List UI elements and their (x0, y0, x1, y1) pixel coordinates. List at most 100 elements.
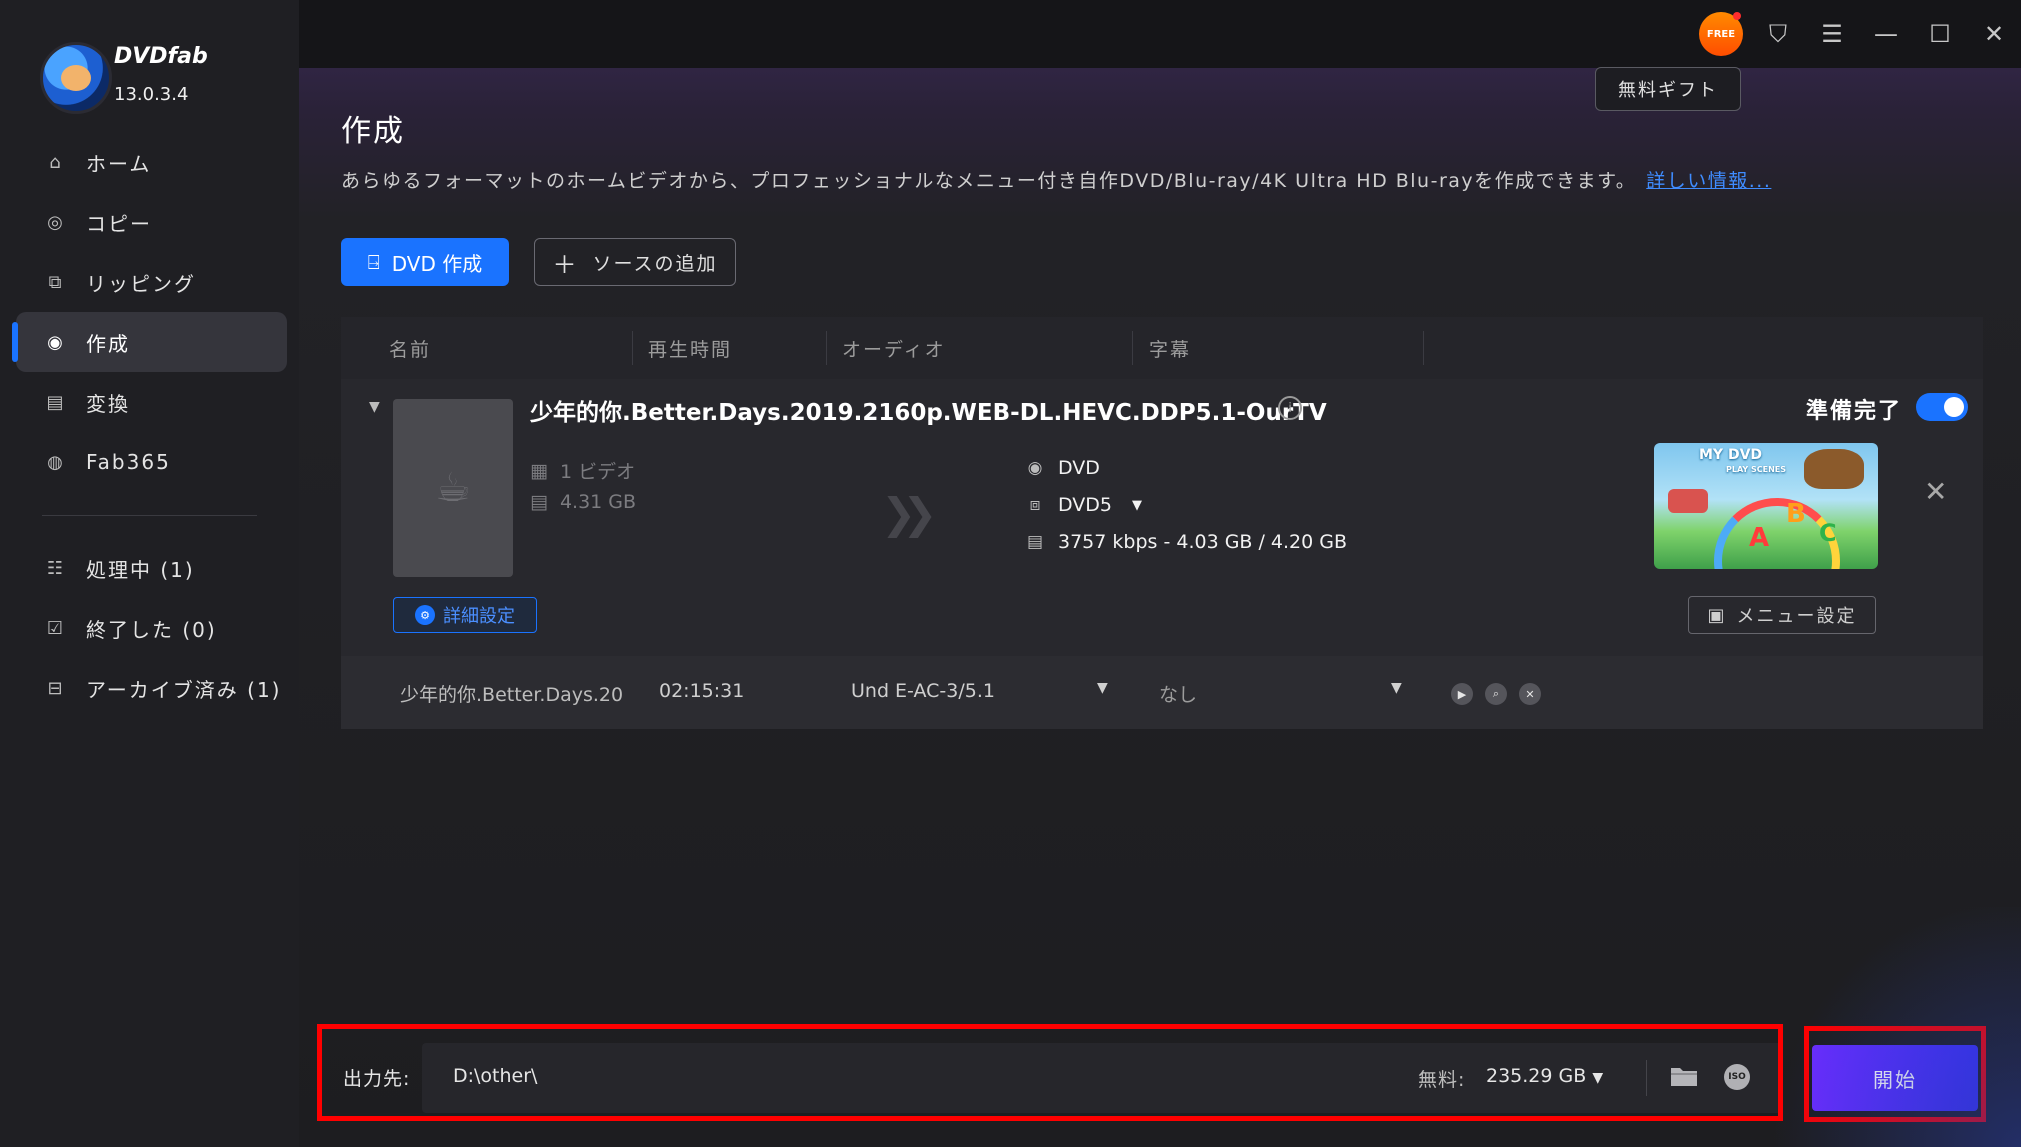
title-bar: FREE ⛉ ☰ — ☐ ✕ (299, 0, 2021, 68)
page-description: あらゆるフォーマットのホームビデオから、プロフェッショナルなメニュー付き自作DV… (341, 166, 1771, 193)
free-gift-badge-icon[interactable]: FREE (1699, 12, 1743, 56)
sidebar-item-ripper[interactable]: ⧉ リッピング (16, 252, 287, 312)
settings-icon: ⚙ (415, 605, 435, 625)
sidebar-item-finished[interactable]: ☑ 終了した (0) (16, 598, 287, 658)
animal-shape (1804, 449, 1864, 489)
sidebar-item-converter[interactable]: ▤ 変換 (16, 372, 287, 432)
processing-icon: ☷ (46, 557, 64, 579)
table-header: 名前 再生時間 オーディオ 字幕 (341, 317, 1983, 380)
remove-item-icon[interactable]: ✕ (1924, 475, 1947, 508)
copy-icon: ◎ (47, 211, 63, 233)
output-bitrate: ▤ 3757 kbps - 4.03 GB / 4.20 GB (1024, 531, 1347, 553)
brand-name: DVDfab (114, 44, 208, 69)
home-icon: ⌂ (49, 151, 61, 173)
archive-icon: ⊟ (47, 677, 63, 699)
video-count-label: 1 ビデオ (559, 461, 636, 483)
sidebar-item-label: コピー (86, 211, 152, 236)
sidebar-item-archive[interactable]: ⊟ アーカイブ済み (1) (16, 658, 287, 718)
audio-chevron-down-icon[interactable]: ▼ (1097, 680, 1108, 696)
advanced-settings-button[interactable]: ⚙ 詳細設定 (393, 597, 537, 633)
track-duration: 02:15:31 (659, 680, 745, 702)
menu-template-thumbnail[interactable]: MY DVD PLAY SCENES A B C (1654, 443, 1878, 569)
column-name: 名前 (389, 339, 432, 361)
sidebar-item-label: リッピング (86, 271, 196, 296)
file-icon: ▤ (1026, 532, 1044, 552)
free-gift-button[interactable]: 無料ギフト (1595, 67, 1741, 111)
letter-a-shape: A (1749, 523, 1770, 553)
sidebar-item-creator[interactable]: ◉ 作成 (12, 312, 287, 372)
source-size: ▤ 4.31 GB (530, 491, 636, 513)
play-icon[interactable]: ▶ (1451, 683, 1473, 705)
sidebar-item-label: ホーム (86, 151, 152, 176)
dvd-create-mode-button[interactable]: ⍈ DVD 作成 (341, 238, 509, 286)
audio-select[interactable]: Und E-AC-3/5.1 (851, 680, 995, 702)
column-subtitle: 字幕 (1149, 339, 1192, 361)
source-item: ▼ ☕ 少年的你.Better.Days.2019.2160p.WEB-DL.H… (341, 379, 1983, 656)
video-count: ▦ 1 ビデオ (530, 457, 635, 484)
track-name: 少年的你.Better.Days.20 (400, 684, 624, 706)
sidebar-divider (42, 515, 257, 516)
disc-type-icon: ⧈ (1029, 495, 1041, 515)
subtitle-select[interactable]: なし (1159, 680, 1197, 707)
sidebar-item-copy[interactable]: ◎ コピー (16, 192, 287, 252)
add-source-label: ソースの追加 (592, 252, 718, 275)
add-source-button[interactable]: ＋ ソースの追加 (534, 238, 736, 286)
letter-c-shape: C (1819, 519, 1837, 547)
output-highlight-box (317, 1024, 1783, 1121)
chevron-down-icon: ▼ (1132, 497, 1143, 513)
sidebar-item-label: 変換 (86, 391, 130, 416)
column-divider (1132, 331, 1133, 365)
expand-caret-icon[interactable]: ▼ (369, 399, 380, 415)
close-icon[interactable]: ✕ (1967, 12, 2021, 56)
sidebar-item-label: 処理中 (1) (86, 557, 195, 582)
plus-icon: ＋ (552, 250, 579, 279)
disc-icon: ⍈ (367, 250, 380, 274)
source-title: 少年的你.Better.Days.2019.2160p.WEB-DL.HEVC.… (530, 400, 1327, 426)
sidebar-item-label: アーカイブ済み (1) (86, 677, 282, 702)
advanced-settings-label: 詳細設定 (443, 606, 515, 627)
more-info-link[interactable]: 詳しい情報... (1646, 170, 1771, 192)
shirt-icon[interactable]: ⛉ (1751, 12, 1805, 56)
description-text: あらゆるフォーマットのホームビデオから、プロフェッショナルなメニュー付き自作DV… (341, 170, 1637, 192)
video-thumbnail: ☕ (393, 399, 513, 577)
window-controls: FREE ⛉ ☰ — ☐ ✕ (1699, 12, 2021, 56)
output-format: ◉ DVD (1024, 457, 1100, 479)
subtitle-chevron-down-icon[interactable]: ▼ (1391, 680, 1402, 696)
start-highlight-box (1804, 1026, 1986, 1122)
minimize-icon[interactable]: — (1859, 12, 1913, 56)
menu-settings-label: メニュー設定 (1736, 606, 1857, 627)
disc-type-label: DVD5 (1058, 494, 1113, 516)
page-title: 作成 (341, 114, 405, 149)
ripper-icon: ⧉ (48, 271, 62, 293)
info-icon[interactable]: i (1278, 396, 1302, 420)
sidebar-item-label: 終了した (0) (86, 617, 217, 642)
search-icon[interactable]: ⌕ (1485, 683, 1507, 705)
status-label: 準備完了 (1806, 399, 1903, 424)
dvdfab-logo (40, 42, 112, 114)
sidebar-item-label: 作成 (86, 331, 130, 356)
menu-settings-icon: ▣ (1707, 604, 1727, 626)
maximize-icon[interactable]: ☐ (1913, 12, 1967, 56)
title-track-row: 少年的你.Better.Days.20 02:15:31 Und E-AC-3/… (341, 656, 1983, 729)
fab365-icon: ◍ (47, 451, 63, 473)
sidebar-item-label: Fab365 (86, 450, 171, 474)
column-divider (826, 331, 827, 365)
sidebar: DVDfab 13.0.3.4 ⌂ ホーム ◎ コピー ⧉ リッピング ◉ 作成… (0, 0, 299, 1147)
finished-icon: ☑ (46, 617, 64, 639)
source-size-label: 4.31 GB (559, 491, 637, 513)
ready-toggle[interactable] (1916, 393, 1968, 421)
sidebar-item-fab365[interactable]: ◍ Fab365 (16, 432, 287, 492)
sidebar-item-processing[interactable]: ☷ 処理中 (1) (16, 538, 287, 598)
delete-icon[interactable]: ✕ (1519, 683, 1541, 705)
menu-settings-button[interactable]: ▣ メニュー設定 (1688, 596, 1876, 634)
iso-disc-icon: ◉ (1027, 458, 1043, 478)
menu-thumb-title: MY DVD (1699, 447, 1763, 463)
menu-icon[interactable]: ☰ (1805, 12, 1859, 56)
disc-type-select[interactable]: ⧈ DVD5 ▼ (1024, 494, 1142, 516)
mode-button-label: DVD 作成 (391, 251, 483, 276)
column-audio: オーディオ (842, 339, 946, 361)
sidebar-item-home[interactable]: ⌂ ホーム (16, 132, 287, 192)
converter-icon: ▤ (46, 391, 64, 413)
convert-arrow-icon: ❯❯ (881, 489, 938, 538)
letter-b-shape: B (1786, 499, 1806, 529)
